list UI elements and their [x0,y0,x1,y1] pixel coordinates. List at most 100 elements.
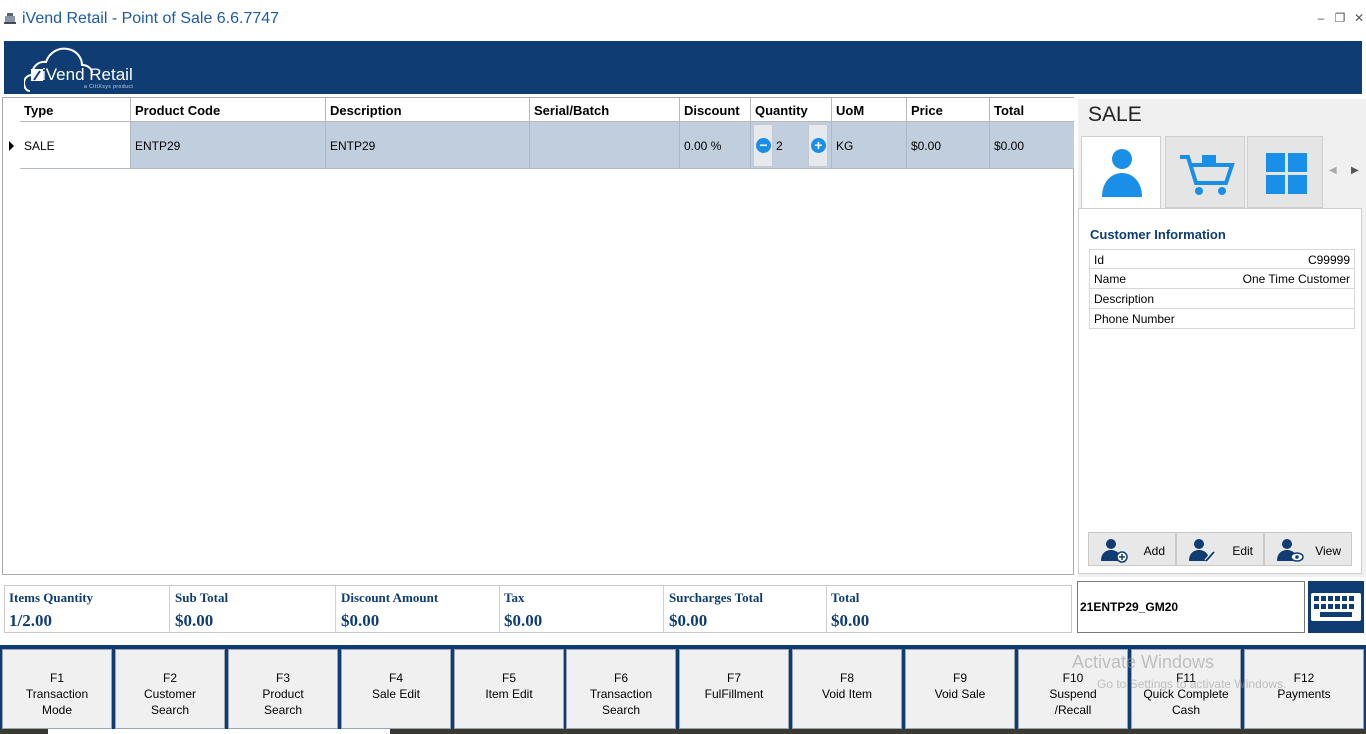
fkey-number: F3 [275,671,290,685]
column-header-product-code[interactable]: Product Code [131,98,326,122]
edit-button-label: Edit [1232,544,1253,558]
view-button-label: View [1315,544,1341,558]
fkey-label: Item Edit [485,687,533,701]
tab-apps[interactable] [1247,136,1323,208]
plus-icon: + [811,138,826,153]
total-value: $0.00 [669,611,708,630]
grid-icon [1266,153,1307,194]
fkey-number: F4 [388,671,403,685]
tab-cart[interactable] [1165,136,1245,208]
scan-input[interactable] [1080,596,1300,618]
fkey-number: F9 [952,671,967,685]
total-label: Total [831,590,860,605]
user-icon [1102,149,1142,197]
column-header-quantity[interactable]: Quantity [751,98,832,122]
f1-transaction-mode-button[interactable]: F1 Transaction Mode [2,649,112,729]
total-value: $0.00 [341,611,380,630]
tab-scroll-right-icon[interactable]: ▶ [1351,165,1359,176]
field-value: One Time Customer [1242,272,1350,286]
f2-customer-search-button[interactable]: F2 Customer Search [115,649,225,729]
transaction-grid: Type Product Code Description Serial/Bat… [2,97,1074,575]
total-grand: Total $0.00 [827,586,1071,632]
cell-description: ENTP29 [326,122,530,169]
f4-sale-edit-button[interactable]: F4 Sale Edit [341,649,451,729]
column-header-type[interactable]: Type [20,98,131,122]
fkey-label: FulFillment [704,687,764,701]
total-value: $0.00 [831,611,870,630]
total-sub-total: Sub Total $0.00 [171,586,336,632]
fkey-number: F5 [501,671,516,685]
fkey-number: F8 [839,671,854,685]
brand-banner: iVend Retail a CitiXsys product [4,41,1362,94]
fkey-number: F2 [162,671,177,685]
cell-total: $0.00 [990,122,1074,169]
taskbar-strip [0,729,1366,734]
taskbar-search[interactable] [48,729,390,734]
total-label: Surcharges Total [669,590,764,605]
cell-serial-batch [530,122,680,169]
app-icon [4,13,16,24]
cell-uom: KG [832,122,907,169]
add-customer-button[interactable]: Add [1088,532,1176,566]
fkey-label: Transaction Mode [25,687,89,717]
total-label: Discount Amount [341,590,439,605]
quantity-increase-button[interactable]: + [808,124,828,167]
f5-item-edit-button[interactable]: F5 Item Edit [454,649,564,729]
f6-transaction-search-button[interactable]: F6 Transaction Search [566,649,676,729]
total-label: Items Quantity [9,590,94,605]
logo-subtext: a CitiXsys product [84,84,134,90]
column-header-price[interactable]: Price [907,98,990,122]
on-screen-keyboard-button[interactable] [1308,581,1364,633]
quantity-decrease-button[interactable]: − [753,124,773,167]
restore-button[interactable]: ❐ [1333,11,1347,25]
cell-discount: 0.00 % [680,122,751,169]
edit-customer-button[interactable]: Edit [1176,532,1264,566]
minimize-button[interactable]: – [1314,11,1328,25]
column-header-discount[interactable]: Discount [680,98,751,122]
tab-scroll-left-icon[interactable]: ◀ [1329,165,1337,176]
total-items-quantity: Items Quantity 1/2.00 [5,586,170,632]
fkey-number: F1 [49,671,64,685]
f9-void-sale-button[interactable]: F9 Void Sale [905,649,1015,729]
title-bar: iVend Retail - Point of Sale 6.6.7747 – … [0,0,1366,40]
totals-bar: Items Quantity 1/2.00 Sub Total $0.00 Di… [4,585,1072,633]
customer-info-table: Id C99999 Name One Time Customer Descrip… [1089,249,1355,329]
fkey-number: F6 [613,671,628,685]
total-label: Tax [504,590,525,605]
close-button[interactable]: ✕ [1352,11,1366,25]
panel-title: SALE [1088,103,1142,126]
column-header-description[interactable]: Description [326,98,530,122]
column-header-serial-batch[interactable]: Serial/Batch [530,98,680,122]
fkey-label: Void Sale [934,687,986,701]
fkey-label: Void Item [821,687,873,701]
table-row[interactable]: SALE ENTP29 ENTP29 0.00 % − 2 + KG $0.00… [3,122,1074,169]
quantity-value: 2 [776,139,783,153]
f7-fulfillment-button[interactable]: F7 FulFillment [679,649,789,729]
add-button-label: Add [1143,544,1165,558]
f3-product-search-button[interactable]: F3 Product Search [228,649,338,729]
fkey-number: F7 [726,671,741,685]
customer-field-id: Id C99999 [1089,249,1355,269]
column-header-uom[interactable]: UoM [832,98,907,122]
logo-text: iVend Retail [42,65,133,84]
total-label: Sub Total [175,590,229,605]
tab-customer[interactable] [1081,136,1161,210]
field-value: C99999 [1307,253,1350,267]
keyboard-icon [1311,593,1361,621]
activate-windows-watermark: Activate Windows [1072,652,1215,672]
cell-quantity: − 2 + [751,122,832,169]
total-surcharges: Surcharges Total $0.00 [665,586,827,632]
total-value: 1/2.00 [9,611,52,630]
fkey-label: Transaction Search [589,687,653,717]
minus-icon: − [756,138,771,153]
f8-void-item-button[interactable]: F8 Void Item [792,649,902,729]
window-title: iVend Retail - Point of Sale 6.6.7747 [22,10,280,27]
grid-header: Type Product Code Description Serial/Bat… [3,98,1074,122]
customer-field-description: Description [1089,289,1355,309]
fkey-label: Sale Edit [371,687,421,701]
scan-input-box[interactable] [1077,581,1305,633]
view-customer-button[interactable]: View [1264,532,1352,566]
column-header-total[interactable]: Total [990,98,1074,122]
cell-type: SALE [20,122,131,169]
field-label: Description [1094,292,1155,306]
